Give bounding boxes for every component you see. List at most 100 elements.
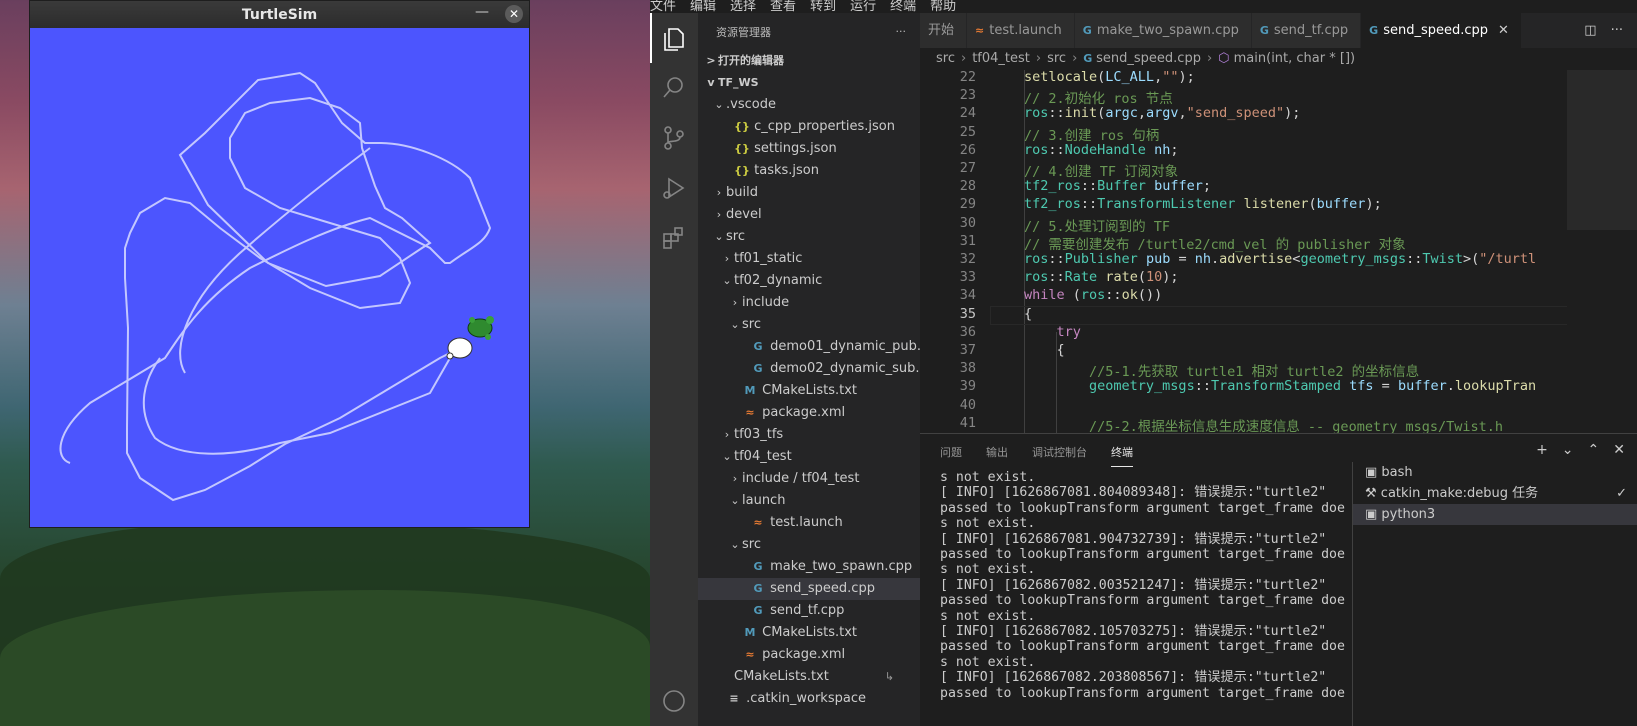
tree-item[interactable]: ⌄ .vscode [698,94,920,116]
explorer-icon[interactable] [650,13,698,63]
chevron-down-icon[interactable]: ⌄ [1562,442,1574,458]
terminal-line: [ INFO] [1626867081.804089348]: 错误提示:"tu… [940,485,1327,501]
file-icon: G [1082,24,1092,37]
tree-item[interactable]: G send_tf.cpp [698,600,920,622]
more-actions-icon[interactable]: ··· [1611,23,1623,38]
maximize-panel-icon[interactable]: ⌃ [1588,442,1600,458]
terminal-instance[interactable]: ⚒ catkin_make:debug 任务 ✓ [1353,483,1637,504]
code-line: //5-1.先获取 turtle1 相对 turtle2 的坐标信息 [1089,364,1420,381]
source-control-icon[interactable] [650,113,698,163]
terminal-instance[interactable]: ▣ python3 [1353,504,1637,525]
minimap-slider[interactable] [1567,70,1637,230]
menu-item[interactable]: 终端 [890,0,916,13]
tree-item[interactable]: CMakeLists.txt ↳ [698,666,920,688]
menu-item[interactable]: 文件 [650,0,676,13]
line-number: 25 [959,123,976,140]
panel-tab[interactable]: 问题 [940,444,962,460]
tree-item[interactable]: ≡ .catkin_workspace [698,688,920,710]
tree-item[interactable]: › devel [698,204,920,226]
tree-item-label: tasks.json [754,163,819,178]
new-terminal-icon[interactable]: + [1536,442,1548,458]
close-tab-icon[interactable]: ✕ [1498,23,1509,38]
panel-tab[interactable]: 输出 [986,444,1008,460]
tree-item[interactable]: ≈ package.xml [698,644,920,666]
tree-item[interactable]: {} settings.json [698,138,920,160]
turtlesim-titlebar: TurtleSim — ✕ [30,1,529,28]
search-icon[interactable] [650,63,698,113]
tree-item-label: package.xml [762,647,846,662]
menu-item[interactable]: 选择 [730,0,756,13]
tree-item[interactable]: {} c_cpp_properties.json [698,116,920,138]
minimize-button[interactable]: — [475,4,489,20]
tree-item[interactable]: ⌄ src [698,314,920,336]
chevron-down-icon: ⌄ [714,98,724,111]
tree-item[interactable]: › tf01_static [698,248,920,270]
close-button[interactable]: ✕ [505,5,523,23]
tree-item-label: tf02_dynamic [734,273,823,288]
tree-item[interactable]: ⌄ src [698,534,920,556]
breadcrumb-item[interactable]: src [936,51,955,66]
tree-item-label: tf04_test [734,449,792,464]
tree-item[interactable]: ⌄ launch [698,490,920,512]
editor-tab[interactable]: Gmake_two_spawn.cpp [1074,13,1252,48]
split-editor-icon[interactable]: ◫ [1584,23,1596,38]
tree-item[interactable]: G demo01_dynamic_pub.cpp [698,336,944,358]
account-icon[interactable] [650,676,698,726]
tree-item[interactable]: ⌄ src [698,226,920,248]
breadcrumb-item[interactable]: src [1047,51,1066,66]
code-editor[interactable]: 22 setlocale(LC_ALL,""); 23 // 2.初始化 ros 节点… [920,70,1637,433]
tree-item-label: tf01_static [734,251,803,266]
tree-item[interactable]: ≈ package.xml [698,402,920,424]
tree-item[interactable]: › include [698,292,920,314]
breadcrumb-item[interactable]: tf04_test [972,51,1030,66]
open-editors-section[interactable]: > 打开的编辑器 [698,50,920,72]
panel-tab[interactable]: 调试控制台 [1032,444,1087,460]
tree-item[interactable]: M CMakeLists.txt [698,380,920,402]
tree-item[interactable]: G make_two_spawn.cpp [698,556,920,578]
terminal-label: python3 [1381,507,1436,522]
editor-tab[interactable]: Gsend_tf.cpp [1251,13,1362,48]
tree-item[interactable]: M CMakeLists.txt [698,622,920,644]
editor-tab[interactable]: ≈ test.launch [967,13,1075,48]
line-number: 34 [959,287,976,304]
tree-item[interactable]: ⌄ tf04_test [698,446,920,468]
workspace-section[interactable]: v TF_WS [698,72,920,94]
editor-tab[interactable]: Gsend_speed.cpp ✕ [1361,13,1522,48]
editor-tab[interactable]: 开始 [920,13,968,48]
terminal-line: passed to lookupTransform argument targe… [940,639,1345,655]
terminal-line: passed to lookupTransform argument targe… [940,500,1345,516]
chevron-down-icon: ⌄ [722,450,732,463]
tree-item[interactable]: › include / tf04_test [698,468,920,490]
tree-item[interactable]: › build [698,182,920,204]
breadcrumb-item[interactable]: main(int, char * []) [1234,51,1355,66]
menu-item[interactable]: 查看 [770,0,796,13]
menu-item[interactable]: 转到 [810,0,836,13]
menu-item[interactable]: 帮助 [930,0,956,13]
terminal-output[interactable]: s not exist. [ INFO] [1626867081.80408934… [920,470,1350,726]
terminal-icon: ▣ [1365,507,1382,522]
tree-item[interactable]: G send_speed.cpp [698,578,920,600]
file-icon: G [753,340,763,353]
run-debug-icon[interactable] [650,163,698,213]
menu-item[interactable]: 运行 [850,0,876,13]
tree-item-label: src [742,537,761,552]
tree-item-label: .catkin_workspace [746,691,866,706]
extensions-icon[interactable] [650,213,698,263]
terminal-line: s not exist. [940,608,1036,624]
panel-tab[interactable]: 终端 [1111,437,1133,467]
tree-item[interactable]: ≈ test.launch [698,512,920,534]
tree-item[interactable]: › tf03_tfs [698,424,920,446]
tree-item[interactable]: ⌄ tf02_dynamic [698,270,920,292]
minimap[interactable] [1567,70,1637,433]
tree-item[interactable]: {} tasks.json [698,160,920,182]
terminal-line: [ INFO] [1626867082.003521247]: 错误提示:"tu… [940,577,1327,593]
terminal-instance[interactable]: ▣ bash [1353,462,1637,483]
menu-item[interactable]: 编辑 [690,0,716,13]
close-panel-icon[interactable]: ✕ [1613,442,1625,458]
more-actions-icon[interactable]: ··· [896,25,907,38]
chevron-right-icon: › [724,428,730,441]
tree-item[interactable]: G demo02_dynamic_sub.cpp [698,358,943,380]
tree-item-label: include / tf04_test [742,471,860,486]
line-number: 33 [959,269,976,286]
breadcrumb-item[interactable]: send_speed.cpp [1096,51,1201,66]
